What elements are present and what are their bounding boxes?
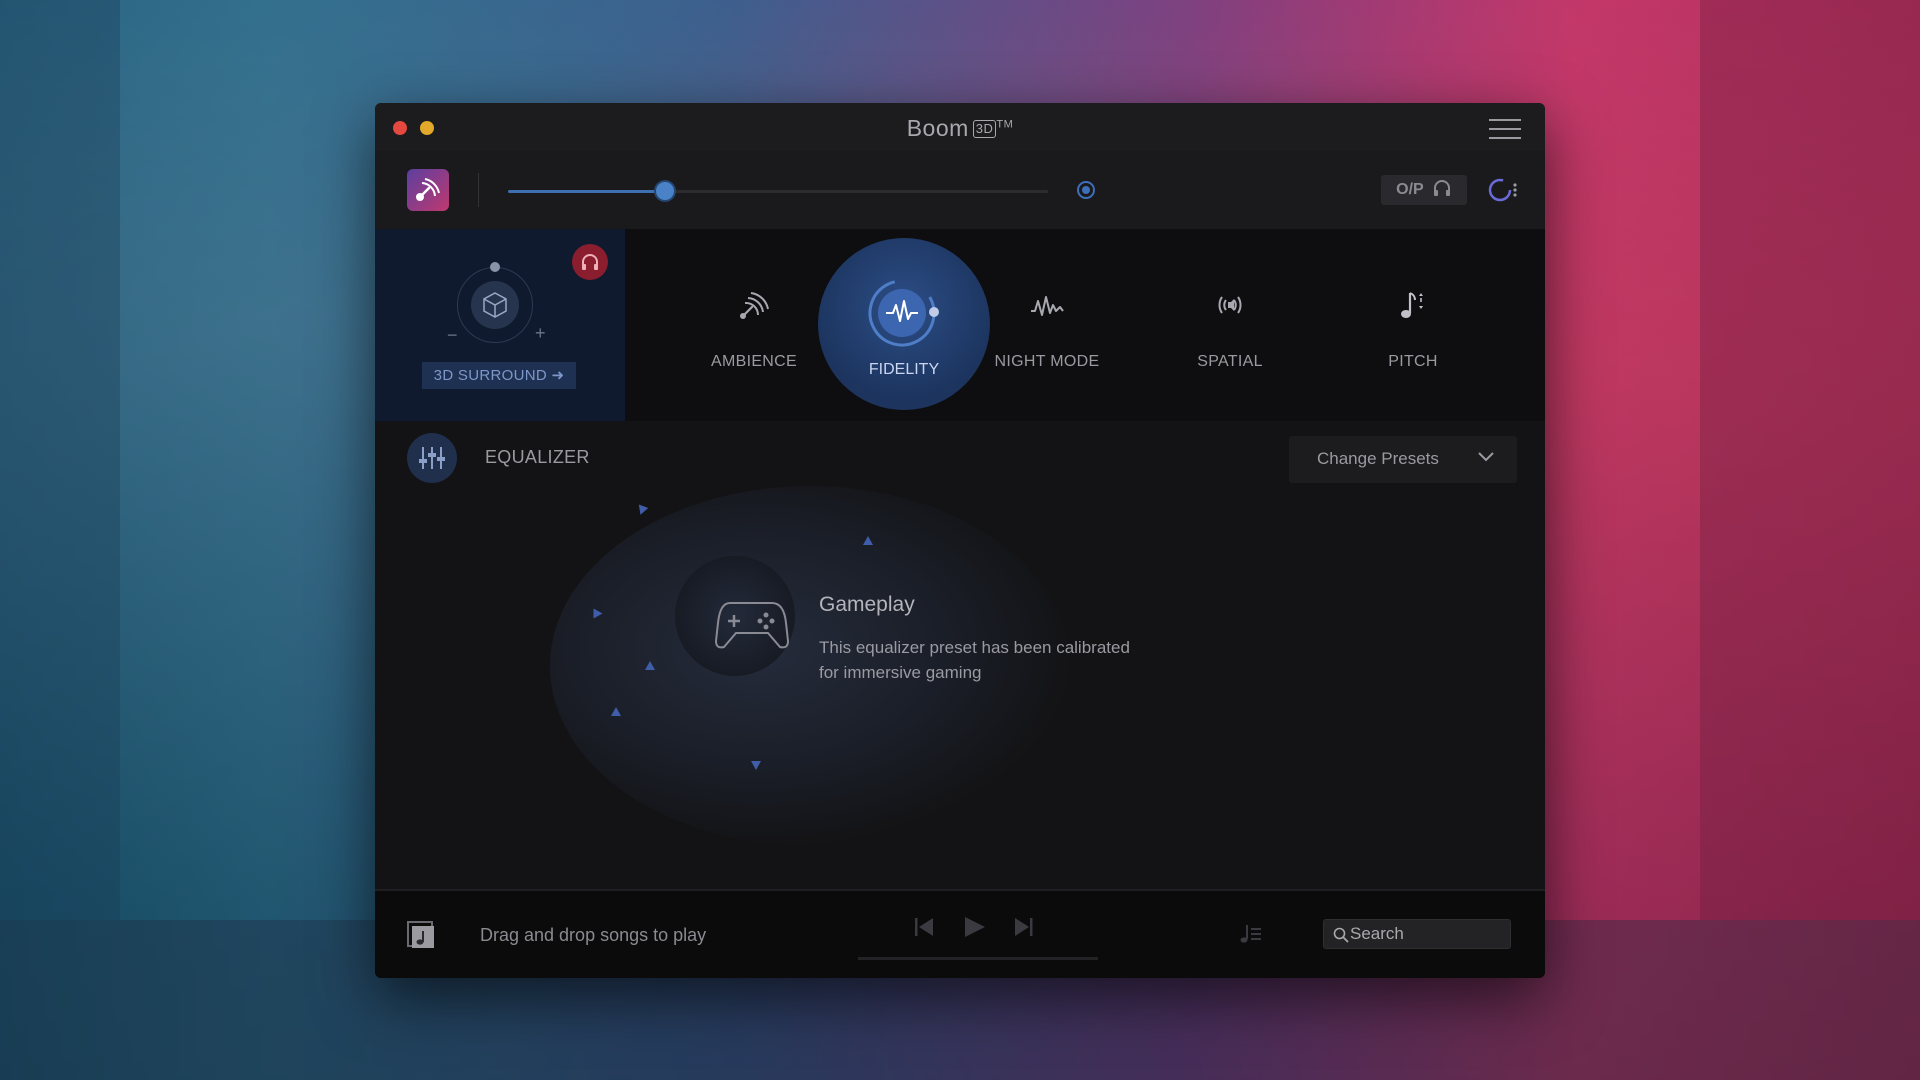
night-mode-icon [1031, 296, 1064, 316]
3d-surround-label: 3D SURROUND [433, 367, 547, 384]
effect-night-mode[interactable]: NIGHT MODE [957, 229, 1137, 421]
presets-label: Change Presets [1317, 449, 1439, 468]
change-presets-dropdown[interactable]: Change Presets [1289, 436, 1517, 483]
decor-triangle [611, 707, 621, 716]
equalizer-sliders-icon[interactable] [407, 433, 457, 483]
drag-drop-hint: Drag and drop songs to play [480, 925, 707, 945]
headphone-mode-icon[interactable] [572, 244, 608, 280]
output-label: O/P [1396, 181, 1424, 198]
equalizer-panel: EQUALIZER Change Presets Gameplay This e… [375, 421, 1545, 889]
surround-intensity-dial[interactable] [457, 262, 533, 343]
fidelity-icon [868, 279, 939, 347]
decor-triangle [751, 761, 761, 770]
app-name: Boom [906, 115, 969, 141]
preset-name: Gameplay [819, 593, 915, 616]
volume-boost-icon[interactable] [1077, 181, 1095, 199]
effect-pitch[interactable]: PITCH [1323, 229, 1503, 421]
headphone-icon [1433, 180, 1450, 196]
playlist-icon[interactable] [1237, 921, 1263, 947]
decor-triangle [635, 504, 649, 517]
arrow-right-icon: ➜ [551, 367, 565, 384]
surround-panel: − + 3D SURROUND ➜ [375, 229, 625, 421]
volume-slider-knob[interactable] [655, 182, 674, 200]
effect-label: AMBIENCE [711, 353, 797, 370]
player-bar: Drag and drop songs to play [375, 889, 1545, 978]
chevron-down-icon [1478, 452, 1494, 462]
boom3d-window: Boom 3D TM O/P − + 3D SURROUND ➜ AMBIENC… [375, 103, 1545, 978]
search-input[interactable] [1350, 920, 1500, 948]
preset-description: This equalizer preset has been calibrate… [819, 638, 1130, 682]
cube-icon [471, 281, 519, 329]
playback-controls [915, 917, 1033, 937]
volume-slider[interactable] [508, 182, 1048, 200]
title-bar: Boom 3D TM [375, 103, 1545, 151]
3d-surround-button[interactable]: 3D SURROUND ➜ [422, 362, 576, 389]
ambience-icon [740, 292, 769, 319]
hamburger-menu-icon[interactable] [1489, 119, 1521, 139]
surround-increase[interactable]: + [535, 323, 546, 344]
app-name-badge: 3D [972, 120, 997, 138]
output-device-button[interactable]: O/P [1381, 175, 1467, 205]
previous-icon[interactable] [915, 918, 933, 936]
decor-triangle [863, 536, 873, 545]
playback-progress[interactable] [858, 957, 1098, 960]
effect-label: PITCH [1388, 353, 1438, 370]
boom-logo-icon[interactable] [407, 169, 449, 211]
effect-spatial[interactable]: SPATIAL [1140, 229, 1320, 421]
volume-slider-fill [508, 190, 665, 193]
effect-ambience[interactable]: AMBIENCE [664, 229, 844, 421]
decor-triangle [645, 661, 655, 670]
decor-triangle [593, 608, 603, 619]
effect-label: NIGHT MODE [994, 353, 1100, 370]
next-icon[interactable] [1015, 918, 1033, 936]
divider [478, 173, 479, 207]
spatial-icon [1218, 296, 1242, 314]
search-icon [1333, 927, 1349, 943]
trademark: TM [996, 118, 1014, 131]
album-art-icon[interactable] [407, 921, 435, 949]
surround-decrease[interactable]: − [447, 325, 458, 346]
equalizer-title: EQUALIZER [485, 447, 590, 467]
pitch-icon [1401, 292, 1423, 318]
effect-label: SPATIAL [1197, 353, 1263, 370]
window-title: Boom 3D TM [375, 115, 1545, 142]
volume-bar: O/P [375, 151, 1545, 229]
sound-check-icon[interactable] [1487, 175, 1519, 205]
effects-panel: − + 3D SURROUND ➜ AMBIENCE FIDELITY NIGH… [375, 229, 1545, 421]
surround-dial-knob[interactable] [490, 262, 500, 272]
search-box[interactable] [1323, 919, 1511, 949]
play-icon[interactable] [965, 917, 985, 937]
gamepad-icon [714, 602, 790, 649]
